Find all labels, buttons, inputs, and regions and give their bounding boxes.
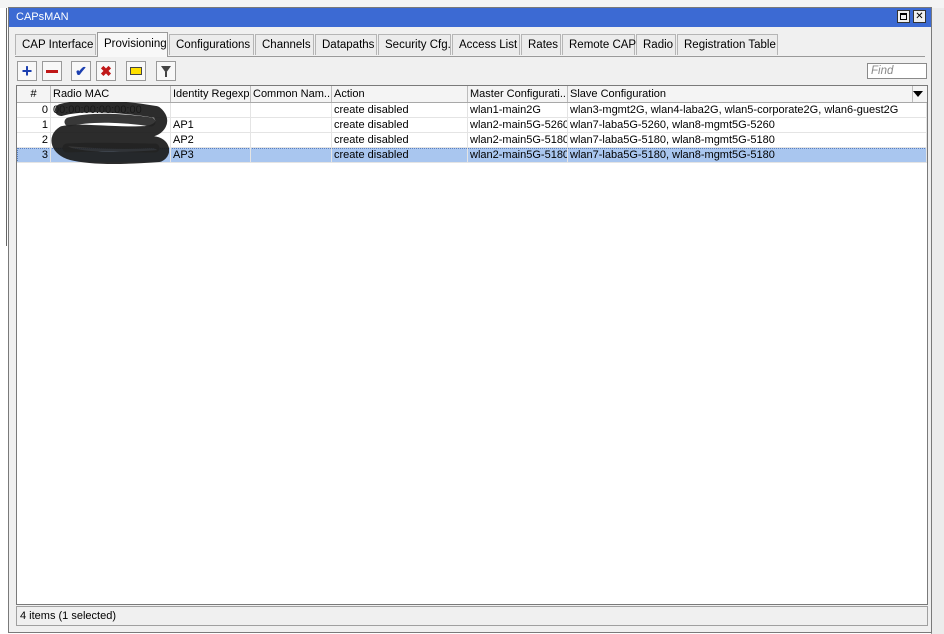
identity-regexp-cell: AP2 xyxy=(171,133,251,148)
tab-remote-cap[interactable]: Remote CAP xyxy=(562,34,636,55)
column-header-action[interactable]: Action xyxy=(332,86,468,102)
tab-access-list[interactable]: Access List xyxy=(452,34,520,55)
background-app-panel xyxy=(931,8,944,634)
title-bar[interactable]: CAPsMAN ✕ xyxy=(9,8,931,27)
column-header-number[interactable]: # xyxy=(17,86,51,102)
master-configuration-cell: wlan2-main5G-5180 xyxy=(468,148,568,163)
row-number: 1 xyxy=(17,118,51,133)
minus-icon[interactable] xyxy=(42,61,62,81)
tab-datapaths[interactable]: Datapaths xyxy=(315,34,377,55)
common-name-cell xyxy=(251,118,332,133)
toolbar: + ✔ ✖ xyxy=(15,59,927,83)
action-cell: create disabled xyxy=(332,133,468,148)
action-cell: create disabled xyxy=(332,148,468,163)
row-number: 0 xyxy=(17,103,51,118)
identity-regexp-cell: AP1 xyxy=(171,118,251,133)
filter-icon[interactable] xyxy=(156,61,176,81)
background-app-edge xyxy=(6,8,7,246)
column-header-slave-configuration[interactable]: Slave Configuration xyxy=(568,86,913,102)
slave-configuration-cell: wlan3-mgmt2G, wlan4-laba2G, wlan5-corpor… xyxy=(568,103,927,118)
check-icon[interactable]: ✔ xyxy=(71,61,91,81)
tab-rates[interactable]: Rates xyxy=(521,34,561,55)
action-cell: create disabled xyxy=(332,118,468,133)
slave-configuration-cell: wlan7-laba5G-5180, wlan8-mgmt5G-5180 xyxy=(568,133,927,148)
identity-regexp-cell xyxy=(171,103,251,118)
columns-dropdown-icon[interactable] xyxy=(913,91,923,97)
column-header-common-name[interactable]: Common Nam... xyxy=(251,86,332,102)
row-number: 2 xyxy=(17,133,51,148)
tab-security-cfg[interactable]: Security Cfg. xyxy=(378,34,451,55)
tab-provisioning[interactable]: Provisioning xyxy=(97,32,168,57)
identity-regexp-cell: AP3 xyxy=(171,148,251,163)
status-bar: 4 items (1 selected) xyxy=(16,606,928,626)
common-name-cell xyxy=(251,133,332,148)
table-header: # Radio MAC Identity Regexp Common Nam..… xyxy=(17,86,927,103)
master-configuration-cell: wlan2-main5G-5180 xyxy=(468,133,568,148)
comment-icon[interactable] xyxy=(126,61,146,81)
tab-radio[interactable]: Radio xyxy=(636,34,676,55)
column-header-master-configuration[interactable]: Master Configurati... xyxy=(468,86,568,102)
tab-channels[interactable]: Channels xyxy=(255,34,314,55)
close-icon[interactable]: ✕ xyxy=(913,10,926,23)
provisioning-table: # Radio MAC Identity Regexp Common Nam..… xyxy=(16,85,928,605)
capsman-window: CAPsMAN ✕ CAP Interface Provisioning Con… xyxy=(8,7,932,633)
slave-configuration-cell: wlan7-laba5G-5180, wlan8-mgmt5G-5180 xyxy=(568,148,927,163)
redaction-scribble xyxy=(51,102,169,164)
window-title: CAPsMAN xyxy=(16,11,69,23)
master-configuration-cell: wlan1-main2G xyxy=(468,103,568,118)
common-name-cell xyxy=(251,148,332,163)
row-number: 3 xyxy=(17,148,51,163)
plus-icon[interactable]: + xyxy=(17,61,37,81)
restore-icon[interactable] xyxy=(897,10,910,23)
find-input[interactable] xyxy=(867,63,927,79)
tab-cap-interface[interactable]: CAP Interface xyxy=(15,34,96,55)
cross-icon[interactable]: ✖ xyxy=(96,61,116,81)
common-name-cell xyxy=(251,103,332,118)
tab-bar: CAP Interface Provisioning Configuration… xyxy=(15,32,925,57)
action-cell: create disabled xyxy=(332,103,468,118)
slave-configuration-cell: wlan7-laba5G-5260, wlan8-mgmt5G-5260 xyxy=(568,118,927,133)
column-header-radio-mac[interactable]: Radio MAC xyxy=(51,86,171,102)
master-configuration-cell: wlan2-main5G-5260 xyxy=(468,118,568,133)
column-header-identity-regexp[interactable]: Identity Regexp xyxy=(171,86,251,102)
tab-registration-table[interactable]: Registration Table xyxy=(677,34,778,55)
tab-configurations[interactable]: Configurations xyxy=(169,34,254,55)
